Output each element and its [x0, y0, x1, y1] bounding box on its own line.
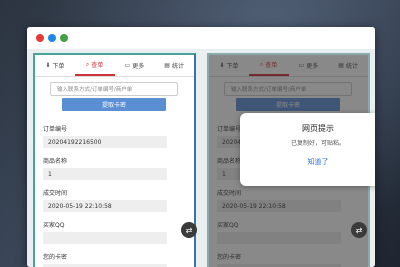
minimize-dot[interactable] [48, 34, 56, 42]
phone-panel-left: ⬇ 下单 ⌕ 查单 ▭ 更多 ▤ 统计 输入联系方式/订单编号/商户单 提取卡密 [33, 53, 196, 267]
order-details: 订单编号 20204192216500 商品名称 1 成交时间 2020-05-… [35, 111, 194, 267]
dialog-ok-button[interactable]: 知道了 [308, 157, 329, 167]
close-dot[interactable] [36, 34, 44, 42]
folder-icon: ▭ [124, 62, 131, 69]
product-name-field: 1 [43, 168, 167, 180]
order-number-field: 20204192216500 [43, 136, 167, 148]
maximize-dot[interactable] [60, 34, 68, 42]
search-icon: ⌕ [85, 60, 90, 68]
dialog-message: 已复制好，可贴粘。 [290, 140, 345, 147]
tab-label: 下单 [52, 63, 65, 70]
extract-card-button[interactable]: 提取卡密 [62, 98, 166, 111]
tab-more[interactable]: ▭ 更多 [115, 55, 155, 76]
alert-dialog: 网页提示 已复制好，可贴粘。 知道了 [240, 113, 375, 186]
tab-label: 查单 [91, 62, 104, 69]
browser-window: ⬇ 下单 ⌕ 查单 ▭ 更多 ▤ 统计 输入联系方式/订单编号/商户单 提取卡密 [27, 27, 375, 267]
chart-icon: ▤ [164, 62, 170, 69]
deal-time-field: 2020-05-19 22:10:58 [43, 200, 167, 212]
query-input[interactable]: 输入联系方式/订单编号/商户单 [50, 82, 178, 96]
swap-icon[interactable]: ⇄ [351, 222, 367, 238]
tab-bar: ⬇ 下单 ⌕ 查单 ▭ 更多 ▤ 统计 [35, 55, 194, 77]
field-label: 订单编号 [43, 126, 68, 133]
download-icon: ⬇ [45, 62, 51, 69]
field-label: 买家QQ [43, 222, 65, 229]
tab-query[interactable]: ⌕ 查单 [74, 55, 115, 76]
tab-label: 更多 [132, 63, 145, 70]
window-titlebar [27, 27, 375, 49]
field-label: 成交时间 [43, 190, 68, 197]
tab-label: 统计 [171, 63, 184, 70]
swap-icon[interactable]: ⇄ [181, 222, 197, 238]
dialog-title: 网页提示 [302, 124, 334, 133]
buyer-qq-field [43, 232, 167, 244]
tab-stats[interactable]: ▤ 统计 [154, 55, 194, 76]
field-label: 您的卡密 [43, 254, 68, 261]
tab-order[interactable]: ⬇ 下单 [35, 55, 75, 76]
field-label: 商品名称 [43, 158, 68, 165]
